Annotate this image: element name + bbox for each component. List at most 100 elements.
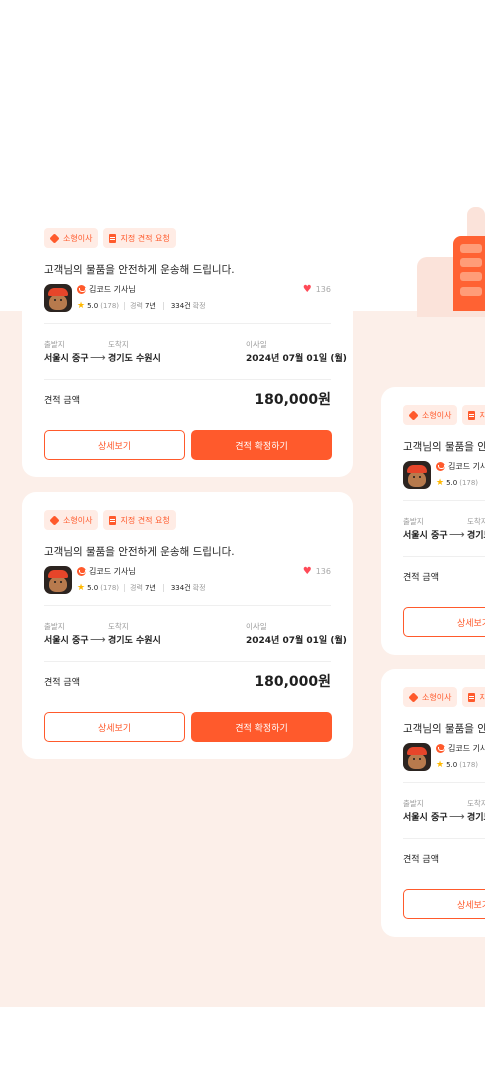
price-label: 견적 금액 bbox=[403, 855, 439, 865]
rating-value: 5.0 bbox=[446, 479, 458, 487]
driver-stats: ★ 5.0 (178) bbox=[436, 478, 478, 488]
like-count: 136 bbox=[315, 285, 331, 294]
tag-label: 소형이사 bbox=[63, 233, 93, 243]
driver-avatar[interactable] bbox=[44, 566, 72, 594]
star-icon: ★ bbox=[77, 301, 86, 311]
divider bbox=[403, 782, 485, 783]
driver-badge-icon bbox=[436, 462, 445, 471]
arrival-label: 도착지 bbox=[467, 799, 485, 808]
box-icon bbox=[49, 232, 60, 244]
rating-value: 5.0 bbox=[87, 584, 99, 592]
price-label: 견적 금액 bbox=[403, 573, 439, 583]
rating-value: 5.0 bbox=[446, 761, 458, 769]
confirmed-count: 334건 bbox=[170, 584, 191, 592]
detail-button[interactable]: 상세보기 bbox=[403, 889, 485, 919]
divider bbox=[44, 323, 331, 324]
arrival-value: 경기도 수원시 bbox=[108, 354, 161, 364]
divider bbox=[44, 605, 331, 606]
departure-value: 서울시 중구 bbox=[403, 531, 448, 541]
stats-divider bbox=[124, 302, 126, 310]
review-count: (178) bbox=[100, 302, 120, 310]
like-count: 136 bbox=[315, 567, 331, 576]
tag-label: 소형이사 bbox=[422, 410, 452, 420]
stats-divider bbox=[162, 584, 164, 592]
departure-label: 출발지 bbox=[44, 340, 65, 349]
box-icon bbox=[408, 409, 419, 421]
divider bbox=[44, 661, 331, 662]
divider bbox=[44, 379, 331, 380]
career-value: 7년 bbox=[144, 584, 156, 592]
price-label: 견적 금액 bbox=[44, 396, 80, 406]
quote-card: 소형이사 지정 견적 요청 고객님의 물품을 안전하게 운송해 드립니다. 김코… bbox=[22, 492, 353, 759]
arrival-label: 도착지 bbox=[108, 340, 129, 349]
driver-message: 고객님의 물품을 안전 bbox=[403, 723, 485, 735]
document-icon bbox=[468, 692, 476, 702]
like-button[interactable]: ♥ 136 bbox=[303, 284, 331, 295]
departure-value: 서울시 중구 bbox=[44, 354, 89, 364]
departure-label: 출발지 bbox=[403, 517, 424, 526]
tag-label: 지정 bbox=[479, 410, 485, 420]
arrow-right-icon: ⟶ bbox=[449, 810, 465, 823]
divider bbox=[403, 556, 485, 557]
review-count: (178) bbox=[459, 761, 479, 769]
driver-name-row: 김코드 기사 bbox=[436, 743, 485, 754]
divider bbox=[403, 500, 485, 501]
driver-message: 고객님의 물품을 안전하게 운송해 드립니다. bbox=[44, 546, 235, 558]
career-value: 7년 bbox=[144, 302, 156, 310]
arrival-value: 경기도 bbox=[467, 531, 485, 541]
quote-card: 소형이사 지정 견적 요청 고객님의 물품을 안전하게 운송해 드립니다. 김코… bbox=[22, 210, 353, 477]
document-icon bbox=[109, 233, 117, 243]
driver-name: 김코드 기사님 bbox=[89, 285, 136, 294]
star-icon: ★ bbox=[436, 478, 445, 488]
tag-label: 지정 bbox=[479, 692, 485, 702]
departure-label: 출발지 bbox=[44, 622, 65, 631]
price-label: 견적 금액 bbox=[44, 678, 80, 688]
tag-designated-request: 지정 bbox=[462, 687, 485, 707]
driver-stats: ★ 5.0 (178) 경력 7년 334건 확정 bbox=[77, 583, 206, 593]
detail-button[interactable]: 상세보기 bbox=[44, 430, 185, 460]
driver-avatar[interactable] bbox=[403, 461, 431, 489]
document-icon bbox=[468, 410, 476, 420]
driver-avatar[interactable] bbox=[403, 743, 431, 771]
tag-designated-request: 지정 bbox=[462, 405, 485, 425]
document-icon bbox=[109, 515, 117, 525]
box-icon bbox=[49, 514, 60, 526]
confirmed-label: 확정 bbox=[192, 584, 206, 592]
tag-label: 지정 견적 요청 bbox=[120, 233, 170, 243]
detail-button[interactable]: 상세보기 bbox=[403, 607, 485, 637]
moving-date-value: 2024년 07월 01일 (월) bbox=[246, 354, 347, 364]
driver-stats: ★ 5.0 (178) bbox=[436, 760, 478, 770]
tag-list: 소형이사 지정 bbox=[403, 687, 485, 707]
detail-button[interactable]: 상세보기 bbox=[44, 712, 185, 742]
departure-value: 서울시 중구 bbox=[44, 636, 89, 646]
driver-message: 고객님의 물품을 안전하게 운송해 드립니다. bbox=[44, 264, 235, 276]
quote-card-partial: 소형이사 지정 고객님의 물품을 안전 김코드 기사 ★ 5.0 (178) 출… bbox=[381, 387, 485, 655]
moving-date-label: 이사일 bbox=[246, 340, 267, 349]
driver-stats: ★ 5.0 (178) 경력 7년 334건 확정 bbox=[77, 301, 206, 311]
tag-designated-request: 지정 견적 요청 bbox=[103, 510, 176, 530]
like-button[interactable]: ♥ 136 bbox=[303, 566, 331, 577]
driver-badge-icon bbox=[77, 567, 86, 576]
arrow-right-icon: ⟶ bbox=[449, 528, 465, 541]
confirm-quote-button[interactable]: 견적 확정하기 bbox=[191, 430, 332, 460]
heart-icon: ♥ bbox=[302, 566, 312, 577]
box-icon bbox=[408, 691, 419, 703]
tag-label: 지정 견적 요청 bbox=[120, 515, 170, 525]
moving-date-value: 2024년 07월 01일 (월) bbox=[246, 636, 347, 646]
tag-designated-request: 지정 견적 요청 bbox=[103, 228, 176, 248]
review-count: (178) bbox=[100, 584, 120, 592]
driver-name: 김코드 기사 bbox=[448, 462, 485, 471]
tag-list: 소형이사 지정 bbox=[403, 405, 485, 425]
driver-name: 김코드 기사 bbox=[448, 744, 485, 753]
confirm-quote-button[interactable]: 견적 확정하기 bbox=[191, 712, 332, 742]
career-label: 경력 bbox=[130, 302, 143, 310]
tag-small-move: 소형이사 bbox=[44, 228, 99, 248]
departure-label: 출발지 bbox=[403, 799, 424, 808]
moving-date-label: 이사일 bbox=[246, 622, 267, 631]
career-label: 경력 bbox=[130, 584, 143, 592]
rating-value: 5.0 bbox=[87, 302, 99, 310]
driver-avatar[interactable] bbox=[44, 284, 72, 312]
driver-name-row: 김코드 기사님 bbox=[77, 566, 136, 577]
arrival-value: 경기도 수원시 bbox=[108, 636, 161, 646]
arrival-label: 도착지 bbox=[467, 517, 485, 526]
